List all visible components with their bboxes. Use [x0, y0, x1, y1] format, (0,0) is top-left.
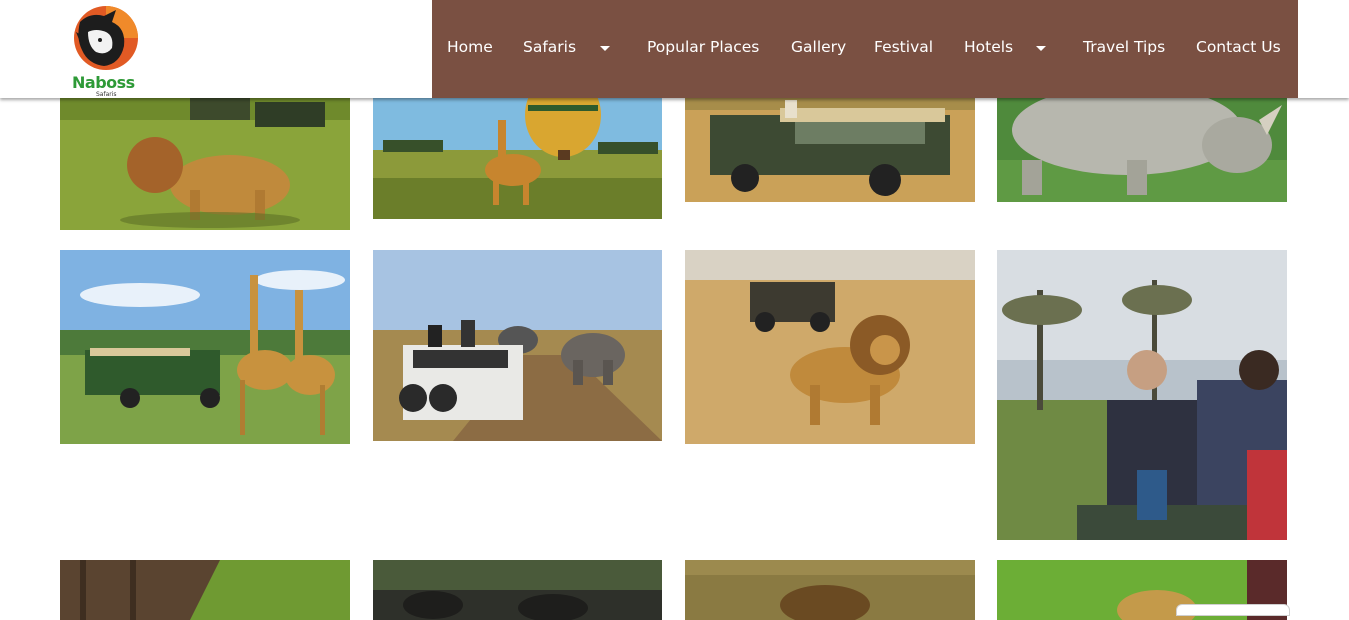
nav-festival[interactable]: Festival — [874, 38, 933, 56]
gallery-photo-buffalo-herd[interactable] — [373, 560, 662, 620]
site-logo[interactable]: Naboss Safaris — [70, 2, 146, 98]
nav-gallery[interactable]: Gallery — [791, 38, 846, 56]
chat-widget-tab[interactable] — [1176, 604, 1290, 616]
main-navigation: Home Safaris Popular Places Gallery Fest… — [432, 0, 1298, 98]
nav-hotels[interactable]: Hotels — [964, 38, 1013, 56]
nav-home[interactable]: Home — [447, 38, 493, 56]
gallery-photo-tourists-boat[interactable] — [997, 250, 1287, 540]
logo-tagline: Safaris — [96, 91, 117, 98]
gallery-photo-lion-savanna[interactable] — [685, 250, 975, 444]
gallery-photo-tree-trunk[interactable] — [60, 560, 350, 620]
nav-popular-places[interactable]: Popular Places — [647, 38, 759, 56]
logo-name: Naboss — [72, 73, 135, 92]
hotels-dropdown-icon[interactable] — [1036, 46, 1046, 51]
gallery-photo-giraffes-vehicle[interactable] — [60, 250, 350, 444]
gallery-photo-van-elephants[interactable] — [373, 250, 662, 441]
gallery-photo-animal-grass[interactable] — [685, 560, 975, 620]
nav-travel-tips[interactable]: Travel Tips — [1083, 38, 1165, 56]
nav-safaris[interactable]: Safaris — [523, 38, 576, 56]
nav-contact-us[interactable]: Contact Us — [1196, 38, 1281, 56]
site-header: Naboss Safaris Home Safaris Popular Plac… — [0, 0, 1349, 98]
safaris-dropdown-icon[interactable] — [600, 46, 610, 51]
